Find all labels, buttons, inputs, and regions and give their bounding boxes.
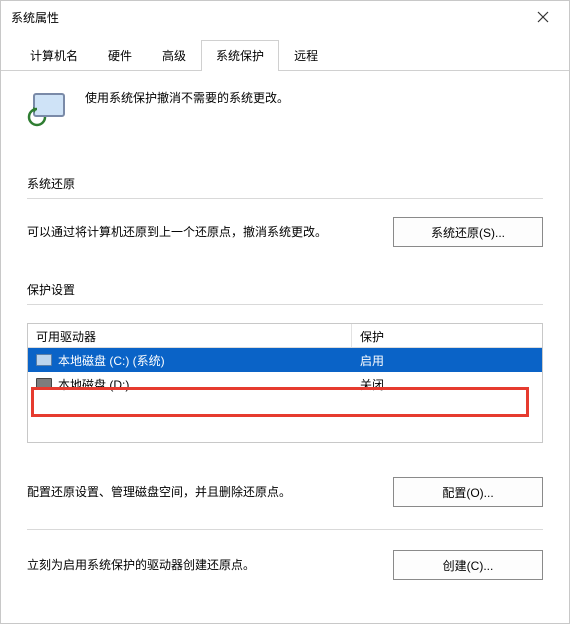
tab-system-protection[interactable]: 系统保护 bbox=[201, 40, 279, 71]
divider bbox=[27, 304, 543, 305]
table-row[interactable]: 本地磁盘 (D:) 关闭 bbox=[28, 372, 542, 396]
restore-title: 系统还原 bbox=[27, 175, 543, 192]
drive-icon bbox=[36, 378, 52, 390]
table-body: 本地磁盘 (C:) (系统) 启用 本地磁盘 (D:) 关闭 bbox=[28, 348, 542, 396]
configure-desc: 配置还原设置、管理磁盘空间，并且删除还原点。 bbox=[27, 482, 375, 502]
configure-button[interactable]: 配置(O)... bbox=[393, 477, 543, 507]
intro-text: 使用系统保护撤消不需要的系统更改。 bbox=[85, 89, 289, 106]
window-title: 系统属性 bbox=[11, 9, 59, 26]
col-header-drive[interactable]: 可用驱动器 bbox=[28, 324, 352, 347]
restore-desc: 可以通过将计算机还原到上一个还原点，撤消系统更改。 bbox=[27, 222, 375, 242]
system-protection-icon bbox=[27, 89, 71, 129]
table-row[interactable]: 本地磁盘 (C:) (系统) 启用 bbox=[28, 348, 542, 372]
create-desc: 立刻为启用系统保护的驱动器创建还原点。 bbox=[27, 555, 375, 575]
table-header: 可用驱动器 保护 bbox=[28, 324, 542, 348]
system-restore-button[interactable]: 系统还原(S)... bbox=[393, 217, 543, 247]
tab-content: 使用系统保护撤消不需要的系统更改。 系统还原 可以通过将计算机还原到上一个还原点… bbox=[1, 71, 569, 612]
close-icon bbox=[537, 11, 549, 23]
section-restore: 系统还原 可以通过将计算机还原到上一个还原点，撤消系统更改。 系统还原(S)..… bbox=[27, 175, 543, 247]
configure-row: 配置还原设置、管理磁盘空间，并且删除还原点。 配置(O)... bbox=[27, 477, 543, 507]
tab-advanced[interactable]: 高级 bbox=[147, 40, 201, 71]
tab-hardware[interactable]: 硬件 bbox=[93, 40, 147, 71]
tab-strip: 计算机名 硬件 高级 系统保护 远程 bbox=[1, 39, 569, 71]
tab-remote[interactable]: 远程 bbox=[279, 40, 333, 71]
tab-computer-name[interactable]: 计算机名 bbox=[15, 40, 93, 71]
title-bar: 系统属性 bbox=[1, 1, 569, 33]
drive-icon bbox=[36, 354, 52, 366]
create-row: 立刻为启用系统保护的驱动器创建还原点。 创建(C)... bbox=[27, 550, 543, 580]
create-button[interactable]: 创建(C)... bbox=[393, 550, 543, 580]
drive-status: 关闭 bbox=[352, 376, 542, 393]
restore-row: 可以通过将计算机还原到上一个还原点，撤消系统更改。 系统还原(S)... bbox=[27, 217, 543, 247]
col-header-protection[interactable]: 保护 bbox=[352, 324, 542, 347]
protection-title: 保护设置 bbox=[27, 281, 543, 298]
divider bbox=[27, 529, 543, 530]
section-protection-settings: 保护设置 可用驱动器 保护 本地磁盘 (C:) (系统) 启用 本 bbox=[27, 281, 543, 580]
drive-name: 本地磁盘 (C:) (系统) bbox=[58, 352, 165, 369]
close-button[interactable] bbox=[523, 3, 563, 31]
drives-table: 可用驱动器 保护 本地磁盘 (C:) (系统) 启用 本地磁盘 (D:) bbox=[27, 323, 543, 443]
intro-row: 使用系统保护撤消不需要的系统更改。 bbox=[27, 89, 543, 129]
drive-status: 启用 bbox=[352, 352, 542, 369]
divider bbox=[27, 198, 543, 199]
drive-name: 本地磁盘 (D:) bbox=[58, 376, 129, 393]
